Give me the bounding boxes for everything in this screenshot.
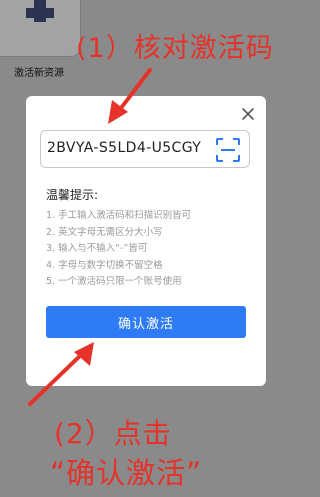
tip-item: 5. 一个激活码只限一个账号使用 [46, 276, 182, 287]
annotation-step2: (2）点击 [54, 417, 172, 450]
add-resource-label: 激活新资源 [14, 68, 64, 79]
activation-code-value: 2BVYA-S5LD4-U5CGY [47, 140, 202, 156]
tips-title: 温馨提示: [46, 188, 99, 202]
tip-item: 3. 输入与不输入“-”皆可 [46, 243, 148, 254]
tip-item: 2. 英文字母无需区分大小写 [46, 226, 163, 238]
plus-icon-bar [26, 8, 54, 18]
annotation-step2-target: “确认激活” [50, 456, 203, 490]
add-resource-tile [0, 0, 81, 57]
tip-item: 4. 字母与数字切换不留空格 [46, 259, 163, 271]
tips-list: 1. 手工输入激活码和扫描识别皆可 2. 英文字母无需区分大小写 3. 输入与不… [46, 208, 191, 291]
close-icon[interactable] [240, 106, 256, 122]
activation-dialog: 2BVYA-S5LD4-U5CGY 温馨提示: 1. 手工输入激活码和扫描识别皆… [26, 96, 266, 386]
scan-icon[interactable] [215, 137, 241, 163]
annotation-step1: (1）核对激活码 [76, 33, 274, 64]
confirm-activation-button[interactable]: 确认激活 [46, 306, 246, 338]
activation-code-input[interactable]: 2BVYA-S5LD4-U5CGY [40, 130, 250, 168]
tip-item: 1. 手工输入激活码和扫描识别皆可 [46, 210, 192, 221]
